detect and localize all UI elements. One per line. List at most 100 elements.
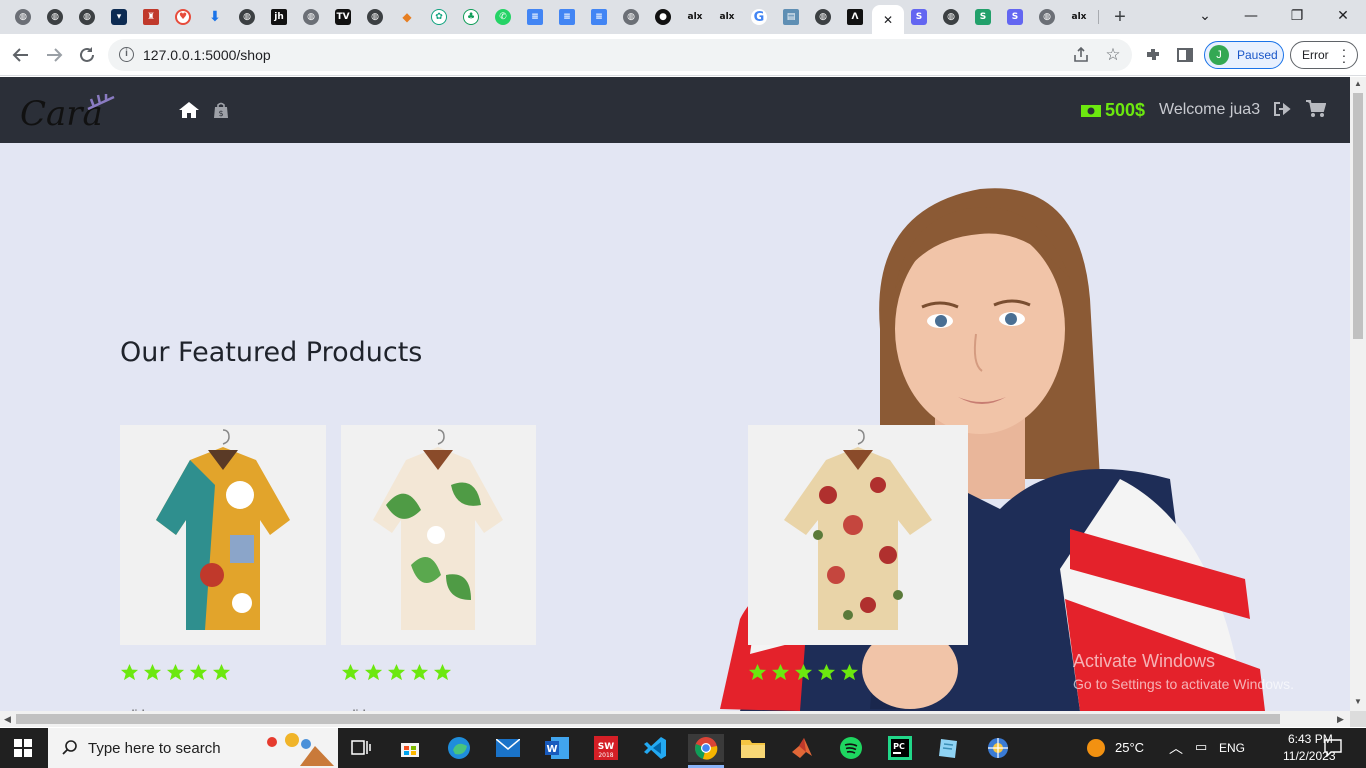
browser-tab[interactable]: ● — [651, 5, 675, 29]
minimize-button[interactable]: — — [1228, 0, 1274, 32]
product-card[interactable]: adidas — [120, 425, 326, 711]
back-arrow-icon[interactable] — [9, 43, 33, 67]
browser-tab[interactable]: ≡ — [555, 5, 579, 29]
scroll-right-arrow-icon[interactable]: ▶ — [1337, 714, 1344, 725]
error-button[interactable]: Error · · · — [1290, 41, 1358, 69]
pycharm-icon[interactable]: PC — [886, 734, 914, 762]
browser-tab[interactable]: ♜ — [139, 5, 163, 29]
chrome-taskbar-icon[interactable] — [688, 734, 724, 762]
side-panel-icon[interactable] — [1173, 43, 1197, 67]
product-card[interactable] — [748, 425, 968, 681]
browser-tab[interactable]: ♣ — [459, 5, 483, 29]
product-image[interactable] — [341, 425, 536, 645]
browser-tab[interactable]: S — [907, 5, 931, 29]
product-card[interactable]: adidas — [341, 425, 536, 711]
task-view-icon[interactable] — [347, 734, 375, 762]
product-image[interactable] — [748, 425, 968, 645]
input-language[interactable]: ENG — [1219, 741, 1245, 755]
close-window-button[interactable]: ✕ — [1320, 0, 1366, 32]
browser-tab[interactable]: alx — [683, 5, 707, 29]
scroll-left-arrow-icon[interactable]: ◀ — [4, 714, 11, 725]
browser-tab[interactable]: ▾ — [107, 5, 131, 29]
horizontal-scroll-thumb[interactable] — [16, 714, 1280, 724]
share-icon[interactable] — [1069, 43, 1093, 67]
show-hidden-icons-chevron-icon[interactable]: ︿ — [1169, 738, 1183, 758]
windows-start-icon[interactable] — [14, 739, 32, 757]
matlab-icon[interactable] — [788, 734, 816, 762]
browser-tab[interactable]: alx — [1067, 5, 1091, 29]
site-info-icon[interactable]: i — [119, 47, 134, 62]
notification-center-icon[interactable] — [1324, 739, 1342, 757]
battery-icon[interactable]: ▭ — [1195, 739, 1207, 755]
alx-icon: alx — [719, 12, 735, 22]
browser-tab[interactable]: TV — [331, 5, 355, 29]
more-menu-icon[interactable]: · · · — [1341, 42, 1347, 68]
forward-arrow-icon[interactable] — [42, 43, 66, 67]
tab-search-chevron-icon[interactable]: ⌄ — [1182, 0, 1228, 32]
cara-logo[interactable]: Cara — [18, 87, 118, 133]
taskbar-search-box[interactable]: Type here to search — [48, 728, 338, 768]
vertical-scroll-thumb[interactable] — [1353, 93, 1363, 339]
shopping-bag-icon[interactable]: $ — [213, 102, 229, 119]
browser-tab[interactable]: ◍ — [43, 5, 67, 29]
browser-tab[interactable]: ✿ — [427, 5, 451, 29]
address-bar[interactable]: i 127.0.0.1:5000/shop — [108, 39, 1132, 71]
globe-icon: ◍ — [367, 9, 383, 25]
browser-tab[interactable]: ◍ — [75, 5, 99, 29]
vertical-scrollbar[interactable]: ▲ ▼ — [1350, 77, 1366, 711]
address-bar-url[interactable]: 127.0.0.1:5000/shop — [143, 47, 271, 63]
new-tab-button[interactable]: + — [1108, 5, 1132, 29]
solidworks-icon[interactable]: SW 2018 — [592, 734, 620, 762]
profile-button[interactable]: J Paused — [1204, 41, 1284, 69]
logout-icon[interactable] — [1273, 101, 1291, 117]
browser-tab[interactable]: ◍ — [1035, 5, 1059, 29]
word-icon[interactable]: W — [543, 734, 571, 762]
browser-tab[interactable]: ◍ — [299, 5, 323, 29]
browser-tab[interactable]: S — [1003, 5, 1027, 29]
browser-tab[interactable]: ⬇ — [203, 5, 227, 29]
browser-tab[interactable]: ◍ — [363, 5, 387, 29]
browser-tab[interactable]: G — [747, 5, 771, 29]
vscode-icon[interactable] — [641, 734, 669, 762]
edge-browser-icon[interactable] — [445, 734, 473, 762]
tv-icon: TV — [335, 9, 351, 25]
browser-tab[interactable]: ◍ — [939, 5, 963, 29]
close-tab-icon[interactable]: ✕ — [883, 13, 893, 27]
browser-tab[interactable]: ◆ — [395, 5, 419, 29]
browser-tab[interactable]: ◍ — [811, 5, 835, 29]
weather-temperature[interactable]: 25°C — [1115, 740, 1144, 755]
browser-tab[interactable]: ◍ — [619, 5, 643, 29]
spotify-icon[interactable] — [837, 734, 865, 762]
scroll-up-arrow-icon[interactable]: ▲ — [1354, 79, 1362, 88]
globe-icon: ◍ — [943, 9, 959, 25]
weather-icon[interactable] — [1082, 734, 1110, 762]
bookmark-star-icon[interactable]: ☆ — [1101, 43, 1125, 67]
browser-tab[interactable]: ◍ — [235, 5, 259, 29]
browser-toolbar: i 127.0.0.1:5000/shop ☆ J Paused Error ·… — [0, 34, 1366, 76]
microsoft-store-icon[interactable] — [396, 734, 424, 762]
browser-tab[interactable]: ♥ — [171, 5, 195, 29]
browser-tab[interactable]: jh — [267, 5, 291, 29]
scroll-down-arrow-icon[interactable]: ▼ — [1354, 697, 1362, 706]
browser-tab[interactable]: ◍ — [11, 5, 35, 29]
reload-icon[interactable] — [75, 43, 99, 67]
browser-tab[interactable]: Λ — [843, 5, 867, 29]
file-explorer-icon[interactable] — [739, 734, 767, 762]
svg-text:SW: SW — [598, 742, 614, 752]
product-image[interactable] — [120, 425, 326, 645]
browser-tab[interactable]: alx — [715, 5, 739, 29]
browser-tab[interactable]: ≡ — [587, 5, 611, 29]
browser-tab[interactable]: ▤ — [779, 5, 803, 29]
horizontal-scrollbar[interactable]: ◀ ▶ — [0, 711, 1350, 727]
home-icon[interactable] — [178, 101, 200, 119]
cart-icon[interactable] — [1306, 100, 1326, 118]
browser-tab[interactable]: ≡ — [523, 5, 547, 29]
mail-icon[interactable] — [494, 734, 522, 762]
network-app-icon[interactable] — [984, 734, 1012, 762]
notes-app-icon[interactable] — [935, 734, 963, 762]
browser-tab[interactable]: S — [971, 5, 995, 29]
extensions-puzzle-icon[interactable] — [1141, 43, 1165, 67]
restore-button[interactable]: ❐ — [1274, 0, 1320, 32]
browser-tab-active[interactable]: ✕ — [872, 5, 904, 34]
browser-tab[interactable]: ✆ — [491, 5, 515, 29]
